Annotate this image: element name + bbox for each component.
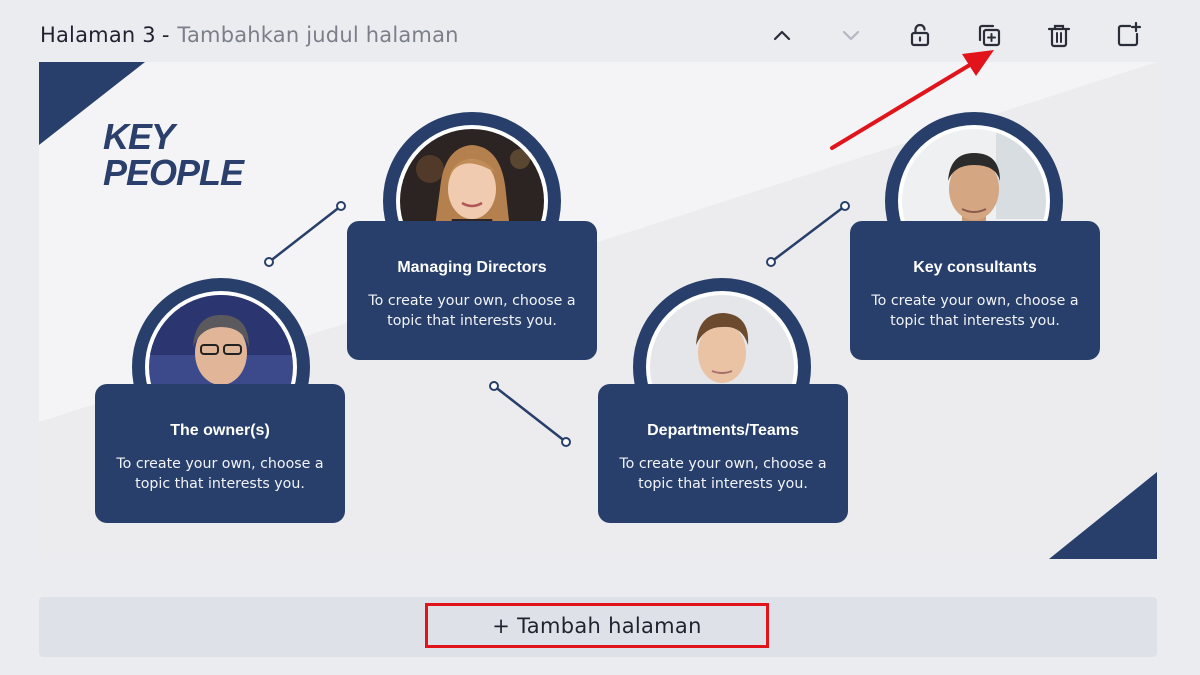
card-description: To create your own, choose a topic that … [619, 456, 827, 492]
page-header: Halaman 3 - Tambahkan judul halaman [40, 20, 459, 50]
person-card[interactable]: Departments/Teams To create your own, ch… [598, 384, 848, 523]
slide-title: KEY PEOPLE [103, 116, 244, 193]
card-title: Managing Directors [397, 259, 547, 276]
card-description: To create your own, choose a topic that … [871, 293, 1079, 329]
person-card[interactable]: Managing Directors To create your own, c… [347, 221, 597, 360]
connector-line [264, 201, 346, 267]
add-page-icon [1117, 21, 1142, 47]
annotation-arrow [830, 50, 994, 150]
person-card[interactable]: Key consultants To create your own, choo… [850, 221, 1100, 360]
card-title: Key consultants [913, 259, 1037, 276]
page-title-input[interactable]: Tambahkan judul halaman [177, 23, 458, 47]
card-title: The owner(s) [170, 422, 270, 439]
chevron-up-icon [773, 30, 791, 41]
connector-line [766, 201, 850, 267]
trash-icon [1047, 24, 1071, 48]
card-title: Departments/Teams [647, 422, 799, 439]
page-title-separator: - [161, 23, 170, 47]
move-page-up-button[interactable] [762, 16, 802, 54]
connector-line [489, 381, 571, 447]
card-description: To create your own, choose a topic that … [116, 456, 324, 492]
add-page-label: + Tambah halaman [492, 613, 702, 638]
add-page-button[interactable]: + Tambah halaman [425, 603, 769, 648]
slide-title-line1: KEY [103, 116, 175, 157]
page-label: Halaman 3 [40, 23, 156, 47]
delete-page-button[interactable] [1039, 16, 1079, 54]
add-page-after-button[interactable] [1108, 16, 1148, 54]
card-description: To create your own, choose a topic that … [368, 293, 576, 329]
slide-title-line2: PEOPLE [103, 152, 244, 193]
person-card[interactable]: The owner(s) To create your own, choose … [95, 384, 345, 523]
